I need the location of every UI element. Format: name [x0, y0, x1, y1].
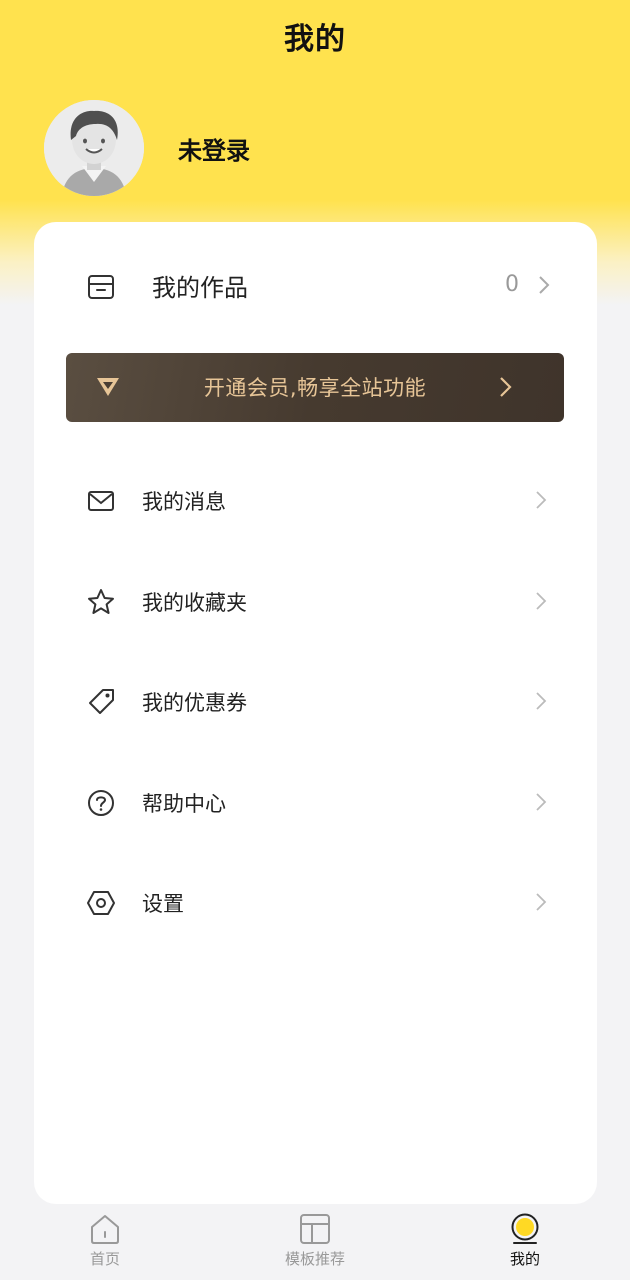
menu-item-label: 我的收藏夹 [142, 591, 247, 615]
envelope-icon [88, 491, 114, 511]
star-icon [88, 589, 114, 614]
profile-section[interactable]: 未登录 [44, 100, 250, 196]
archive-box-icon [88, 275, 114, 299]
template-layout-icon [300, 1214, 330, 1244]
default-avatar-icon[interactable] [44, 100, 144, 196]
hexagon-settings-icon [87, 891, 115, 915]
chevron-right-icon [536, 592, 547, 610]
my-works-row[interactable]: 我的作品 0 [34, 250, 597, 320]
menu-item-label: 我的消息 [142, 490, 226, 514]
chevron-right-icon [536, 692, 547, 710]
chevron-right-icon [500, 377, 512, 397]
tab-label: 模板推荐 [284, 1250, 345, 1268]
menu-card: 我的作品 0 开通会员,畅享全站功能 我的消息 我的收藏夹 我的优惠券 帮助中心… [34, 222, 597, 1204]
menu-item-settings[interactable]: 设置 [34, 864, 597, 944]
menu-item-label: 设置 [142, 892, 184, 916]
chevron-right-icon [536, 893, 547, 911]
login-status-label[interactable]: 未登录 [178, 131, 250, 166]
my-works-label: 我的作品 [152, 274, 248, 302]
vip-membership-banner[interactable]: 开通会员,畅享全站功能 [66, 353, 564, 422]
tab-templates[interactable]: 模板推荐 [260, 1212, 370, 1276]
chevron-right-icon [536, 793, 547, 811]
tab-mine[interactable]: 我的 [470, 1212, 580, 1276]
vip-banner-text: 开通会员,畅享全站功能 [203, 376, 427, 400]
tab-home[interactable]: 首页 [50, 1212, 160, 1276]
menu-item-favorites[interactable]: 我的收藏夹 [34, 563, 597, 643]
tag-icon [89, 689, 114, 714]
my-works-count: 0 [505, 272, 519, 297]
menu-item-label: 帮助中心 [142, 792, 226, 816]
bottom-tab-bar: 首页 模板推荐 我的 [0, 1206, 630, 1280]
home-icon [91, 1215, 119, 1244]
menu-item-coupons[interactable]: 我的优惠券 [34, 663, 597, 743]
profile-dot-icon [511, 1213, 539, 1244]
menu-item-messages[interactable]: 我的消息 [34, 462, 597, 542]
tab-label: 我的 [509, 1250, 540, 1268]
chevron-right-icon [536, 491, 547, 509]
menu-item-help-center[interactable]: 帮助中心 [34, 764, 597, 844]
help-circle-icon [88, 790, 114, 816]
chevron-right-icon [539, 276, 550, 294]
page-title: 我的 [284, 22, 346, 57]
menu-item-label: 我的优惠券 [142, 691, 247, 715]
tab-label: 首页 [89, 1250, 120, 1268]
